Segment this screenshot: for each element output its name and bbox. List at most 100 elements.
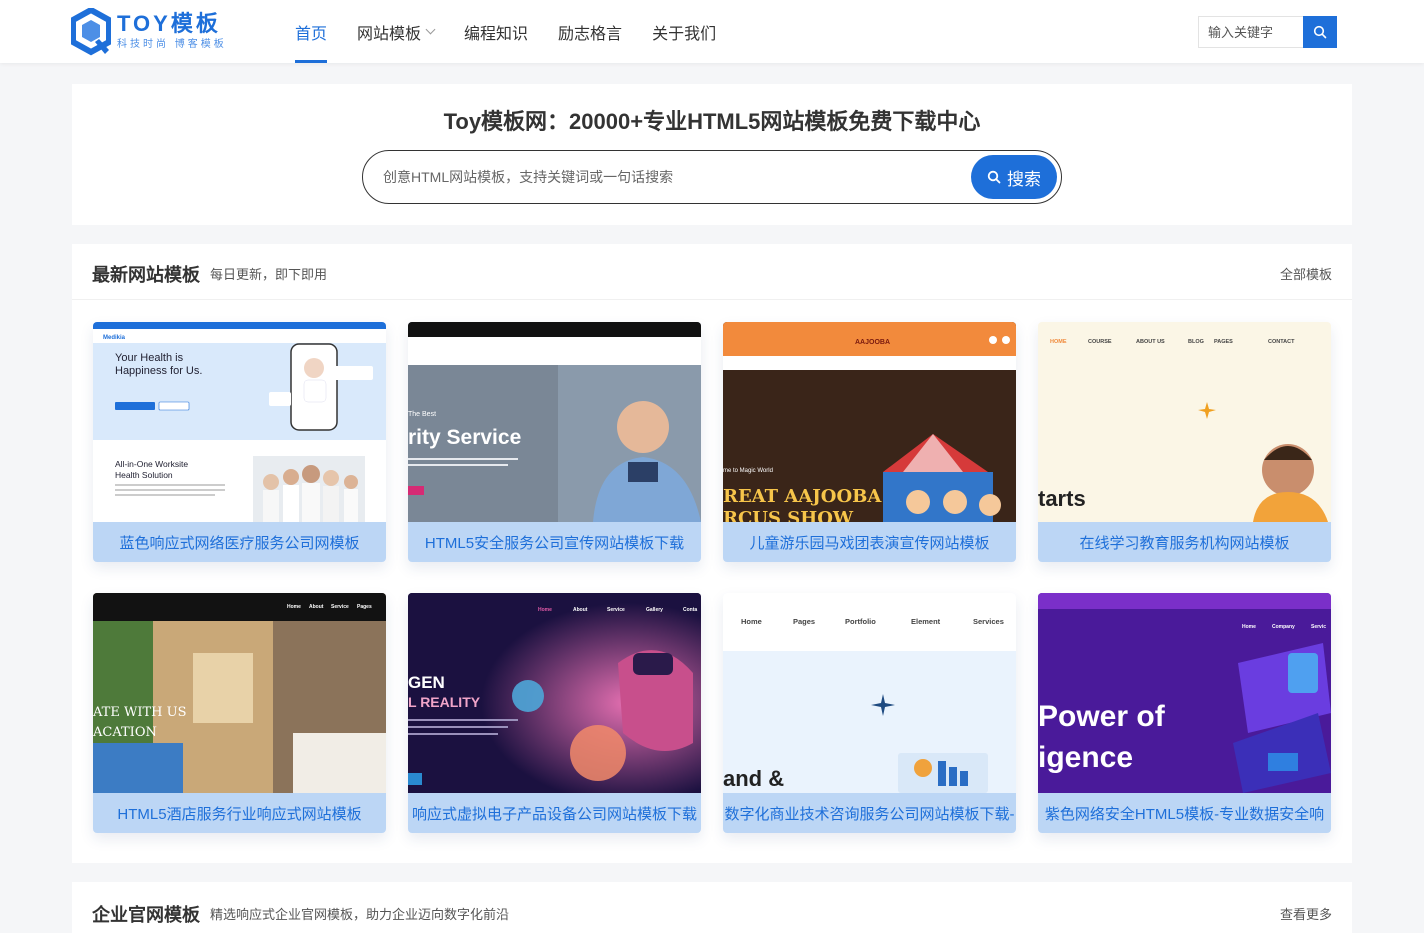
template-caption-text: 蓝色响应式网络医疗服务公司网模板 [119,534,360,552]
template-card[interactable]: Home Company Servic Power of igence 紫色网络… [1038,593,1331,833]
thumb-nav: BLOG [1188,339,1204,345]
thumb-nav: HOME [1050,339,1067,345]
template-caption-text: 紫色网络安全HTML5模板-专业数据安全响 [1044,805,1325,823]
nav-programming-label: 编程知识 [464,25,529,43]
template-card[interactable]: Home About Service Pages ATE WITH US ACA… [93,593,386,833]
nav-about-label: 关于我们 [652,25,717,43]
template-thumbnail: Home About Service Gallery Conta GEN L R… [408,593,701,793]
template-thumbnail: Home Pages Portfolio Element Services an… [723,593,1016,793]
thumb-heading: All-in-One Worksite [115,459,188,469]
header-search [1198,16,1337,48]
all-templates-link[interactable]: 全部模板 [1280,264,1332,283]
template-thumbnail: The Best rity Service [408,322,701,522]
thumb-heading: Happiness for Us. [115,365,202,377]
hero-search-button-label: 搜索 [1007,169,1041,189]
section-title: 企业官网模板 [92,905,200,925]
template-caption-text: 数字化商业技术咨询服务公司网站模板下载- [724,805,1015,823]
template-caption-text: HTML5安全服务公司宣传网站模板下载 [424,534,685,552]
thumb-nav: Home [287,604,301,610]
thumb-heading: and & [723,766,784,791]
see-more-link[interactable]: 查看更多 [1280,904,1332,923]
template-caption: 蓝色响应式网络医疗服务公司网模板 [93,522,386,562]
nav-quotes[interactable]: 励志格言 [543,0,637,63]
thumb-heading: L REALITY [408,694,481,710]
thumb-nav: PAGES [1214,339,1233,345]
thumb-heading: RCUS SHOW [723,508,854,522]
logo-subtitle: 科技时尚 博客模板 [117,39,227,50]
thumb-heading: ATE WITH US [93,705,186,720]
thumb-nav: Service [607,607,625,613]
hero-search: 搜索 [362,150,1062,204]
template-card[interactable]: The Best rity Service HTML5安全服务公司宣传网站模板下… [408,322,701,562]
search-icon [1313,25,1327,39]
thumb-nav: Company [1272,624,1295,630]
thumb-nav: Servic [1311,624,1326,630]
template-card[interactable]: Home Pages Portfolio Element Services an… [723,593,1016,833]
template-caption: HTML5安全服务公司宣传网站模板下载 [408,522,701,562]
chevron-down-icon [425,24,436,34]
template-caption-text: 儿童游乐园马戏团表演宣传网站模板 [749,534,990,552]
thumb-nav: Portfolio [845,617,876,626]
thumb-nav: Home [1242,624,1256,630]
template-thumbnail: AAJOOBA me to Magic World REAT AAJOOBA R… [723,322,1016,522]
thumb-heading: igence [1038,741,1133,774]
template-card[interactable]: Medikia Your Health is Happiness for Us.… [93,322,386,562]
nav-quotes-label: 励志格言 [558,25,623,43]
thumb-heading: ACATION [93,725,157,740]
template-card[interactable]: HOME COURSE ABOUT US BLOG PAGES CONTACT … [1038,322,1331,562]
thumb-heading: REAT AAJOOBA [723,486,882,507]
nav-about[interactable]: 关于我们 [637,0,731,63]
thumb-nav: ABOUT US [1136,339,1165,345]
thumb-heading: me to Magic World [723,468,773,474]
hero-title: Toy模板网：20000+专业HTML5网站模板免费下载中心 [443,109,981,134]
nav-templates[interactable]: 网站模板 [342,0,449,63]
thumb-heading: rity Service [408,426,521,449]
nav-programming[interactable]: 编程知识 [449,0,543,63]
template-thumbnail: Home Company Servic Power of igence [1038,593,1331,793]
thumb-nav: Gallery [646,607,663,613]
nav-home[interactable]: 首页 [280,0,342,63]
template-card[interactable]: Home About Service Gallery Conta GEN L R… [408,593,701,833]
search-icon [987,170,1001,184]
header-search-button[interactable] [1303,16,1337,48]
template-caption: HTML5酒店服务行业响应式网站模板 [93,793,386,833]
template-card[interactable]: AAJOOBA me to Magic World REAT AAJOOBA R… [723,322,1016,562]
hero-search-input[interactable] [383,157,971,197]
section-header: 最新网站模板 每日更新，即下即用 全部模板 [72,244,1352,300]
template-caption: 响应式虚拟电子产品设备公司网站模板下载 [408,793,701,833]
thumb-nav: Pages [793,617,815,626]
section-title: 最新网站模板 [92,265,200,285]
thumb-heading: Power of [1038,700,1166,733]
thumb-nav: COURSE [1088,339,1112,345]
thumb-heading: GEN [408,673,445,692]
thumb-nav: Home [538,607,552,613]
thumb-nav: Service [331,604,349,610]
thumb-heading: Your Health is [115,352,184,364]
template-caption: 紫色网络安全HTML5模板-专业数据安全响 [1038,793,1331,833]
thumb-brand: Medikia [103,335,126,341]
template-thumbnail: Home About Service Pages ATE WITH US ACA… [93,593,386,793]
site-logo[interactable]: TOY模板 科技时尚 博客模板 [70,6,231,56]
section-subtitle: 精选响应式企业官网模板，助力企业迈向数字化前沿 [210,907,510,922]
hero-panel: Toy模板网：20000+专业HTML5网站模板免费下载中心 搜索 [72,84,1352,225]
thumb-nav: About [573,607,588,613]
hero-search-button[interactable]: 搜索 [971,155,1057,199]
thumb-heading: Health Solution [115,470,173,480]
thumb-brand: AAJOOBA [855,339,890,346]
thumb-heading: The Best [408,411,436,418]
thumb-nav: Pages [357,604,372,610]
logo-title: TOY模板 [117,11,221,36]
template-caption: 儿童游乐园马戏团表演宣传网站模板 [723,522,1016,562]
header-search-input[interactable] [1198,16,1303,48]
template-thumbnail: HOME COURSE ABOUT US BLOG PAGES CONTACT … [1038,322,1331,522]
main-nav: 首页 网站模板 编程知识 励志格言 关于我们 [280,0,731,63]
thumb-nav: Element [911,617,941,626]
template-caption-text: 响应式虚拟电子产品设备公司网站模板下载 [411,805,697,823]
thumb-nav: Services [973,617,1004,626]
enterprise-templates-section: 企业官网模板 精选响应式企业官网模板，助力企业迈向数字化前沿 查看更多 [72,882,1352,933]
latest-templates-section: 最新网站模板 每日更新，即下即用 全部模板 Medikia Your Healt… [72,244,1352,863]
top-header: TOY模板 科技时尚 博客模板 首页 网站模板 编程知识 励志格言 关于我们 [0,0,1424,63]
template-caption-text: HTML5酒店服务行业响应式网站模板 [117,805,362,823]
thumb-nav: CONTACT [1268,339,1295,345]
template-caption: 数字化商业技术咨询服务公司网站模板下载- [723,793,1016,833]
